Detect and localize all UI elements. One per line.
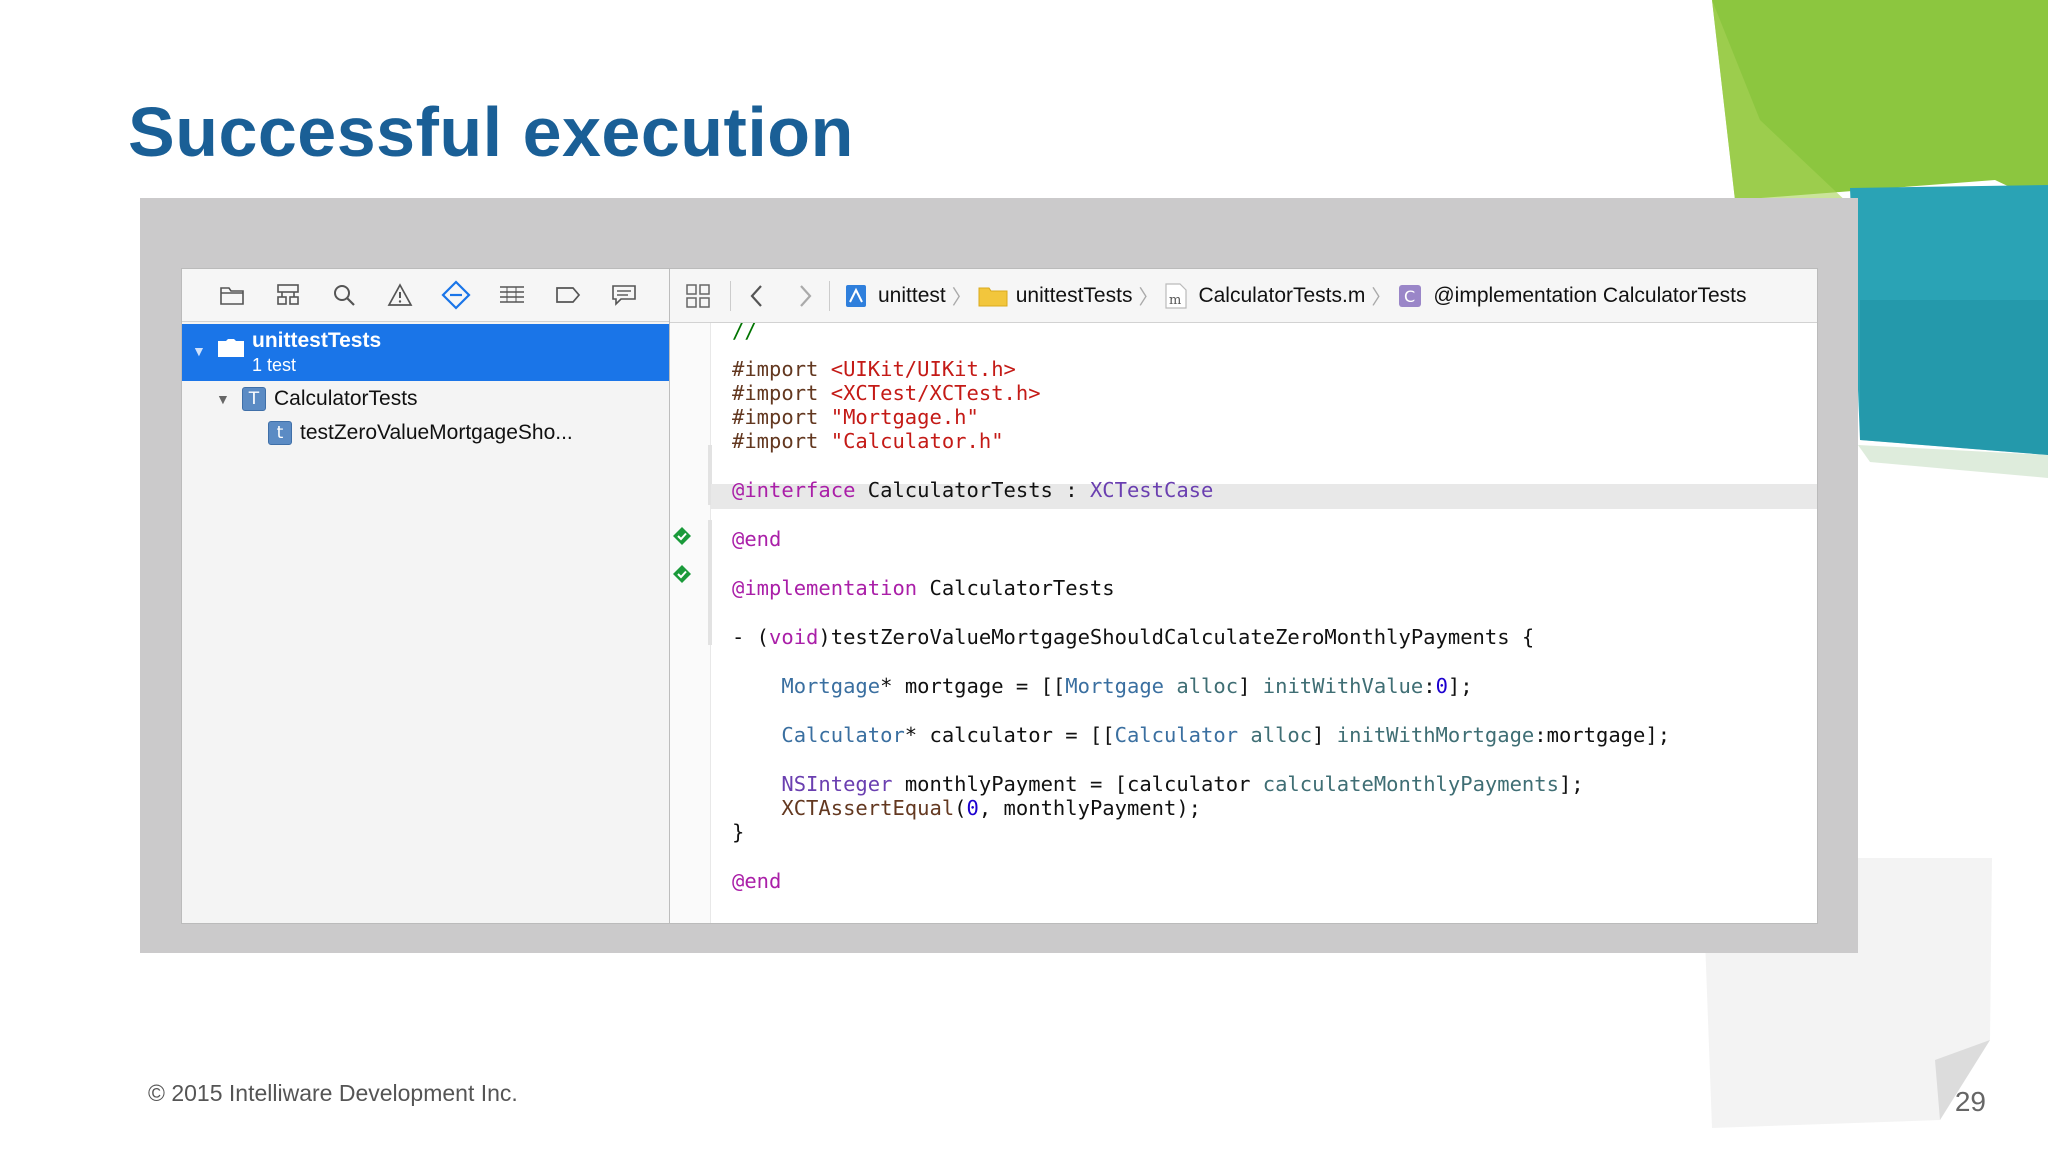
chevron-right-icon: 〉 — [1371, 287, 1392, 309]
disclosure-triangle-icon[interactable]: ▼ — [192, 343, 206, 359]
test-navigator: ▼ unittestTests 1 test ▼ T CalculatorTes… — [182, 269, 811, 923]
code-line: } — [732, 820, 745, 844]
test-class-icon: T — [242, 387, 266, 411]
var-name: monthlyPayment — [904, 772, 1078, 796]
test-passed-icon[interactable] — [673, 527, 691, 545]
code-line: #import "Calculator.h" — [732, 429, 1004, 453]
number-literal: 0 — [1435, 674, 1448, 698]
type-ref: NSInteger — [781, 772, 893, 796]
method-ref: initWithMortgage — [1336, 723, 1535, 747]
code-line: #import <XCTest/XCTest.h> — [732, 381, 1041, 405]
chevron-right-icon: 〉 — [1138, 287, 1159, 309]
class-ref: Mortgage — [1065, 674, 1165, 698]
superclass-name: XCTestCase — [1089, 478, 1214, 502]
code-line: XCTAssertEqual(0, monthlyPayment); — [781, 796, 1202, 820]
test-navigator-icon[interactable] — [428, 275, 484, 315]
search-icon[interactable] — [316, 275, 372, 315]
code-line: NSInteger monthlyPayment = [calculator c… — [781, 772, 1584, 796]
jump-bar-file[interactable]: CalculatorTests.m — [1198, 284, 1365, 308]
test-method-icon: t — [268, 421, 292, 445]
test-class-label: CalculatorTests — [274, 387, 418, 410]
jump-bar-group[interactable]: unittestTests — [1016, 284, 1133, 308]
import-path: <XCTest/XCTest.h> — [830, 381, 1041, 405]
macro-ref: XCTAssertEqual — [781, 796, 955, 820]
import-path: "Mortgage.h" — [830, 405, 979, 429]
code-line: Mortgage* mortgage = [[Mortgage alloc] i… — [781, 674, 1473, 698]
svg-text:C: C — [1404, 287, 1415, 306]
code-line: Calculator* calculator = [[Calculator al… — [781, 723, 1671, 747]
m-file-icon: m — [1165, 282, 1188, 309]
implementation-name: CalculatorTests — [929, 576, 1115, 600]
class-symbol-icon: C — [1399, 284, 1422, 307]
xcode-window: ▼ unittestTests 1 test ▼ T CalculatorTes… — [181, 268, 1818, 924]
class-ref: Mortgage — [781, 674, 881, 698]
folder-icon — [978, 287, 1008, 306]
code-line: @end — [732, 527, 782, 551]
related-items-icon[interactable] — [684, 282, 712, 310]
test-bundle-row-selected[interactable]: ▼ unittestTests 1 test — [182, 324, 669, 381]
code-line: - (void)testZeroValueMortgageShouldCalcu… — [732, 625, 1535, 649]
code-line: @interface CalculatorTests : XCTestCase — [732, 478, 1214, 502]
method-name: testZeroValueMortgageShouldCalculateZero… — [830, 625, 1510, 649]
warning-icon[interactable] — [372, 275, 428, 315]
page-number: 29 — [1954, 1086, 1986, 1117]
disclosure-triangle-icon[interactable]: ▼ — [216, 391, 242, 407]
method-ref: calculateMonthlyPayments — [1262, 772, 1559, 796]
code-line: #import "Mortgage.h" — [732, 405, 979, 429]
slide-title: Successful execution — [128, 93, 854, 171]
forward-chevron-icon[interactable] — [795, 283, 815, 309]
back-chevron-icon[interactable] — [747, 283, 767, 309]
test-passed-icon[interactable] — [673, 565, 691, 583]
class-ref: Calculator — [781, 723, 905, 747]
test-count: 1 test — [252, 355, 297, 375]
number-literal: 0 — [966, 796, 979, 820]
code-line: @implementation CalculatorTests — [732, 576, 1115, 600]
method-ref: initWithValue — [1262, 674, 1424, 698]
svg-text:m: m — [1169, 293, 1181, 308]
import-path: <UIKit/UIKit.h> — [830, 357, 1016, 381]
test-bundle-icon — [218, 339, 244, 357]
test-method-label: testZeroValueMortgageSho... — [300, 421, 573, 444]
navigator-toolbar — [182, 269, 669, 322]
source-editor: unittest 〉 unittestTests 〉 m CalculatorT… — [670, 269, 1817, 923]
var-name: calculator — [929, 723, 1053, 747]
var-name: calculator — [1126, 772, 1251, 796]
jump-bar-project[interactable]: unittest — [878, 284, 946, 308]
class-ref: Calculator — [1114, 723, 1239, 747]
code-line: #import <UIKit/UIKit.h> — [732, 357, 1016, 381]
breakpoint-icon[interactable] — [540, 275, 596, 315]
interface-name: CalculatorTests — [867, 478, 1053, 502]
report-icon[interactable] — [596, 275, 652, 315]
code-comment: // — [732, 319, 757, 343]
code-fold-ribbon[interactable] — [708, 520, 712, 645]
editor-gutter — [670, 323, 711, 923]
debug-list-icon[interactable] — [484, 275, 540, 315]
test-class-row[interactable]: ▼ T CalculatorTests — [216, 384, 418, 414]
arg-name: mortgage — [1546, 723, 1646, 747]
hierarchy-icon[interactable] — [260, 275, 316, 315]
test-bundle-name: unittestTests — [252, 329, 382, 352]
chevron-right-icon: 〉 — [951, 287, 972, 309]
code-line: @end — [732, 869, 782, 893]
var-name: monthlyPayment — [1003, 796, 1177, 820]
jump-bar: unittest 〉 unittestTests 〉 m CalculatorT… — [670, 269, 1817, 323]
folder-icon[interactable] — [204, 275, 260, 315]
copyright-notice: © 2015 Intelliware Development Inc. — [148, 1080, 518, 1106]
project-icon — [846, 284, 866, 307]
test-method-row[interactable]: t testZeroValueMortgageSho... — [268, 418, 811, 448]
jump-bar-symbol[interactable]: @implementation CalculatorTests — [1433, 284, 1746, 308]
code-line: // — [732, 318, 757, 344]
import-path: "Calculator.h" — [830, 429, 1004, 453]
var-name: mortgage — [904, 674, 1004, 698]
